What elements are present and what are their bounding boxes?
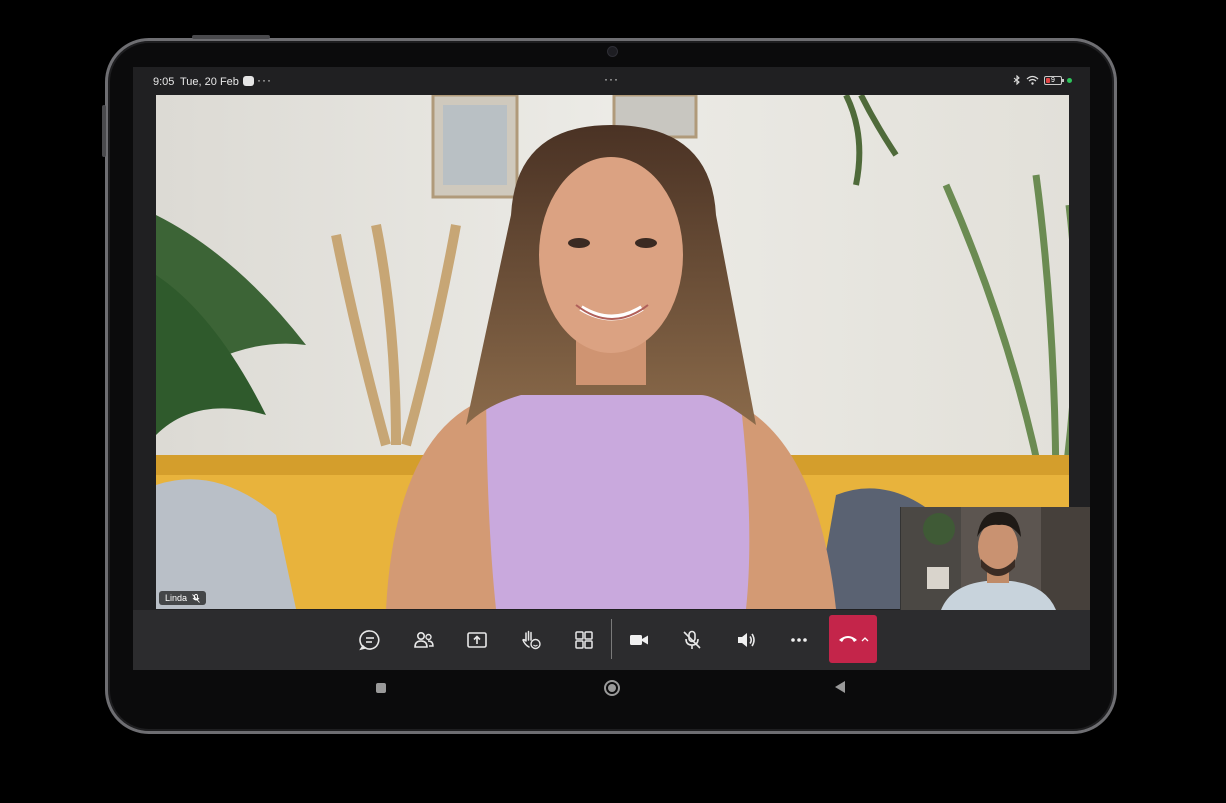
- camera-icon: [630, 635, 648, 645]
- self-view-image: [901, 507, 1090, 610]
- wifi-icon: [1026, 75, 1039, 85]
- battery-level: 9: [1051, 76, 1055, 84]
- window-handle-icon[interactable]: ···: [604, 72, 619, 86]
- mic-off-icon: [683, 630, 701, 649]
- share-screen-button[interactable]: [454, 617, 500, 663]
- more-options-button[interactable]: [776, 617, 822, 663]
- layout-button[interactable]: [561, 617, 607, 663]
- speaker-button[interactable]: [723, 617, 769, 663]
- more-icon: [791, 638, 807, 642]
- share-screen-icon: [467, 632, 487, 648]
- chat-button[interactable]: [347, 617, 393, 663]
- camera-toggle-button[interactable]: [616, 617, 662, 663]
- volume-button: [102, 105, 106, 157]
- status-icons: 9: [1013, 75, 1072, 85]
- recents-nav-button[interactable]: [376, 683, 386, 693]
- chevron-up-icon[interactable]: [861, 636, 869, 642]
- raise-hand-icon: [522, 630, 541, 650]
- power-button: [192, 35, 270, 39]
- participant-name-tag: Linda: [159, 591, 207, 605]
- home-nav-button[interactable]: [604, 680, 620, 696]
- hang-up-icon: [838, 636, 857, 642]
- participants-icon: [414, 631, 434, 648]
- reactions-button[interactable]: [508, 617, 554, 663]
- call-controls-bar: [133, 610, 1090, 670]
- mic-off-icon: [192, 593, 200, 603]
- participant-name: Linda: [165, 593, 188, 603]
- screen: 9:05 Tue, 20 Feb ··· ··· 9 Linda: [133, 67, 1090, 670]
- chat-icon: [359, 630, 380, 651]
- mic-toggle-button[interactable]: [669, 617, 715, 663]
- participants-button[interactable]: [401, 617, 447, 663]
- controls-divider: [611, 619, 612, 659]
- self-view-video[interactable]: [900, 507, 1090, 610]
- bluetooth-icon: [1013, 75, 1020, 85]
- layout-grid-icon: [575, 631, 593, 649]
- status-bar: 9:05 Tue, 20 Feb ··· ··· 9: [133, 67, 1090, 95]
- battery-icon: 9: [1044, 75, 1064, 85]
- hang-up-button[interactable]: [829, 615, 877, 663]
- speaker-icon: [738, 633, 755, 647]
- notification-more-icon: ···: [257, 73, 272, 87]
- app-notification-icon: [243, 76, 254, 86]
- status-date: Tue, 20 Feb: [180, 76, 239, 88]
- front-camera: [607, 46, 618, 57]
- camera-in-use-dot: [1067, 77, 1072, 83]
- status-time: 9:05: [153, 76, 175, 88]
- back-nav-button[interactable]: [835, 681, 845, 693]
